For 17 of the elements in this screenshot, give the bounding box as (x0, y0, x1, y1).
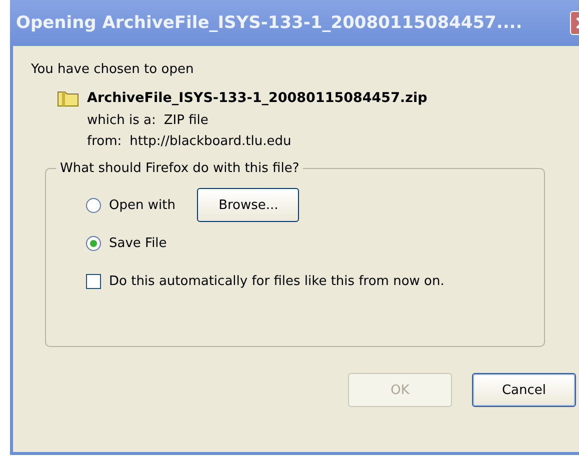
file-source: http://blackboard.tlu.edu (130, 134, 292, 149)
group-legend: What should Firefox do with this file? (56, 161, 304, 176)
option-label[interactable]: Open with (109, 198, 176, 212)
from-label: from: (87, 134, 122, 149)
radio-button[interactable] (86, 198, 101, 212)
option-label[interactable]: Save File (109, 236, 167, 250)
intro-text: You have chosen to open (31, 62, 195, 77)
file-type: ZIP file (164, 113, 208, 128)
checkbox[interactable] (86, 274, 101, 288)
checkbox-label[interactable]: Do this automatically for files like this from now on. (109, 274, 444, 288)
cancel-button[interactable]: Cancel (472, 373, 576, 407)
zip-folder-icon (57, 89, 79, 107)
type-label: which is a: (87, 113, 156, 128)
file-name: ArchiveFile_ISYS-133-1_20080115084457.zip (87, 90, 428, 106)
browse-button[interactable]: Browse... (197, 188, 300, 222)
window-title: Opening ArchiveFile_ISYS-133-1_20080115084457.... (16, 13, 524, 33)
radio-button[interactable] (86, 236, 101, 250)
